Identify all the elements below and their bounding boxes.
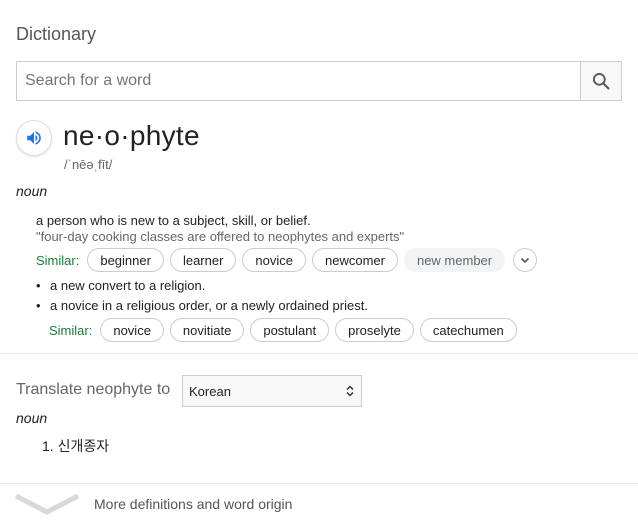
similar-chip[interactable]: novice <box>100 318 164 342</box>
speaker-icon <box>27 131 41 145</box>
translation-item: 1. 신개종자 <box>42 438 110 454</box>
phonetic: /ˈnēəˌfīt/ <box>64 157 113 172</box>
chevron-down-icon <box>14 493 80 515</box>
translate-label: Translate neophyte to <box>16 381 171 398</box>
select-arrows-icon <box>346 385 354 397</box>
more-definitions-button[interactable]: More definitions and word origin <box>0 484 638 524</box>
search-box <box>16 61 622 101</box>
language-select-value: Korean <box>189 383 231 399</box>
part-of-speech: noun <box>16 183 48 199</box>
sub-definition: a new convert to a religion. <box>36 278 205 293</box>
chevron-down-icon <box>521 257 530 264</box>
similar-label: Similar: <box>49 322 93 338</box>
translation-part-of-speech: noun <box>16 410 48 426</box>
search-icon <box>593 73 610 90</box>
example: "four-day cooking classes are offered to… <box>36 229 405 244</box>
definition: a person who is new to a subject, skill,… <box>36 213 311 228</box>
similar-row: Similar: beginner learner novice newcome… <box>36 248 538 272</box>
expand-similar-button[interactable] <box>513 248 538 272</box>
headword: ne·o·phyte <box>63 120 200 151</box>
similar-chip[interactable]: newcomer <box>312 248 398 272</box>
similar-row: Similar: novice novitiate postulant pros… <box>49 318 517 342</box>
similar-chip[interactable]: beginner <box>87 248 164 272</box>
similar-chip[interactable]: new member <box>403 248 506 272</box>
search-input[interactable] <box>17 62 580 100</box>
similar-chip[interactable]: proselyte <box>335 318 414 342</box>
more-definitions-label: More definitions and word origin <box>94 496 293 512</box>
sub-definition: a novice in a religious order, or a newl… <box>36 298 368 313</box>
divider <box>0 353 638 354</box>
search-button[interactable] <box>580 62 621 100</box>
similar-chip[interactable]: catechumen <box>419 318 517 342</box>
similar-chip[interactable]: learner <box>169 248 237 272</box>
similar-chip[interactable]: novice <box>242 248 306 272</box>
language-select[interactable]: Korean <box>182 375 362 407</box>
dictionary-title: Dictionary <box>16 24 97 44</box>
pronunciation-button[interactable] <box>16 120 52 156</box>
similar-chip[interactable]: postulant <box>250 318 330 342</box>
similar-chip[interactable]: novitiate <box>169 318 245 342</box>
similar-label: Similar: <box>36 252 80 268</box>
